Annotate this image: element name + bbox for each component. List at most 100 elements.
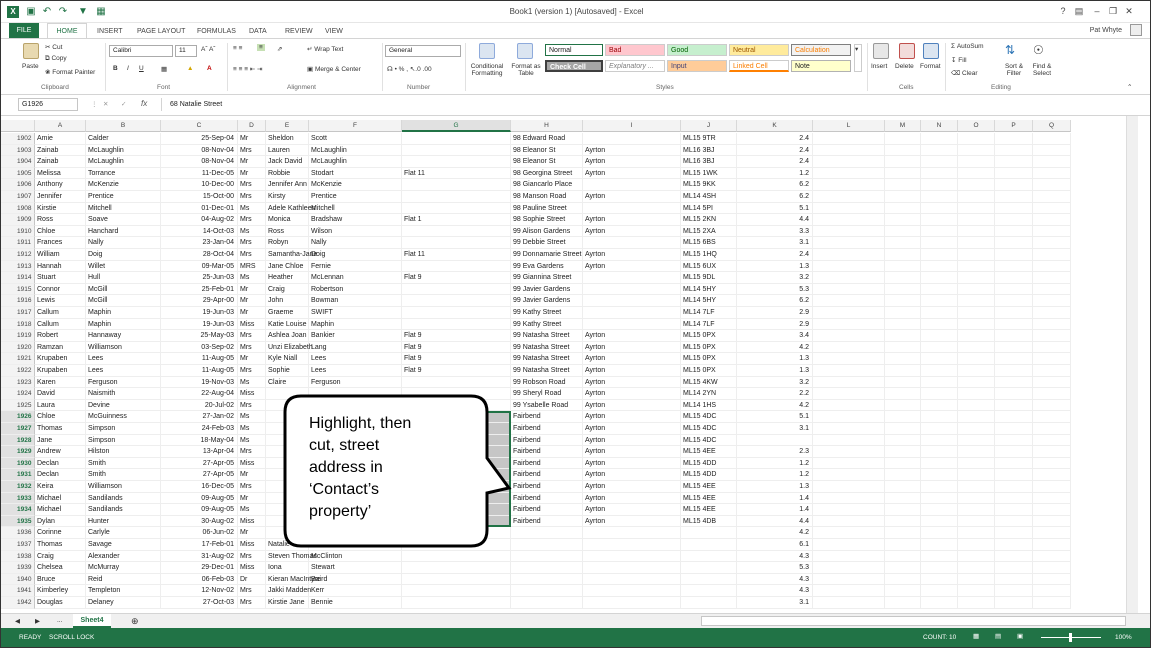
cell-g[interactable]: [402, 539, 511, 551]
cell-q[interactable]: [1033, 225, 1071, 238]
minimize-button[interactable]: –: [1091, 5, 1103, 17]
cell-d[interactable]: Mrs: [238, 550, 266, 563]
cell-l[interactable]: [813, 562, 885, 574]
cell-j[interactable]: ML15 0PX: [681, 341, 737, 354]
cell-p[interactable]: [995, 527, 1033, 539]
cell-i[interactable]: [583, 562, 681, 574]
cell-p[interactable]: [995, 585, 1033, 597]
cell-a[interactable]: Chloe: [35, 411, 86, 423]
cell-p[interactable]: [995, 156, 1033, 168]
cell-a[interactable]: Thomas: [35, 539, 86, 551]
cell-f[interactable]: SWIFT: [309, 307, 402, 319]
cell-d[interactable]: Ms: [238, 411, 266, 423]
horizontal-scrollbar[interactable]: [701, 616, 1126, 626]
tab-data[interactable]: DATA: [249, 25, 267, 38]
cell-k[interactable]: 4.3: [737, 550, 813, 563]
cell-p[interactable]: [995, 191, 1033, 203]
cell-l[interactable]: [813, 167, 885, 180]
cell-q[interactable]: [1033, 539, 1071, 551]
cell-m[interactable]: [885, 272, 921, 284]
cell-m[interactable]: [885, 434, 921, 447]
cell-b[interactable]: Savage: [86, 539, 161, 551]
cell-p[interactable]: [995, 295, 1033, 307]
cell-b[interactable]: Templeton: [86, 585, 161, 597]
cell-a[interactable]: Frances: [35, 237, 86, 249]
cell-q[interactable]: [1033, 260, 1071, 273]
fill-button[interactable]: ↧ Fill: [951, 56, 967, 64]
format-as-table-icon[interactable]: [517, 43, 533, 59]
cell-l[interactable]: [813, 214, 885, 226]
cell-o[interactable]: [958, 481, 995, 493]
cell-d[interactable]: Ms: [238, 202, 266, 215]
cell-p[interactable]: [995, 365, 1033, 377]
column-header[interactable]: G: [402, 120, 511, 132]
row-number[interactable]: 1929: [1, 446, 35, 458]
cell-m[interactable]: [885, 597, 921, 609]
font-color-icon[interactable]: A: [207, 65, 212, 72]
cell-m[interactable]: [885, 341, 921, 354]
cell-p[interactable]: [995, 515, 1033, 528]
cell-q[interactable]: [1033, 156, 1071, 168]
cell-o[interactable]: [958, 411, 995, 423]
cell-q[interactable]: [1033, 272, 1071, 284]
cell-k[interactable]: 4.3: [737, 585, 813, 597]
row-number[interactable]: 1930: [1, 457, 35, 470]
cell-n[interactable]: [921, 515, 958, 528]
column-header[interactable]: N: [921, 120, 958, 132]
cell-c[interactable]: 12-Nov-02: [161, 585, 238, 597]
cell-k[interactable]: 4.3: [737, 573, 813, 586]
cell-k[interactable]: 1.2: [737, 167, 813, 180]
cell-c[interactable]: 11-Aug-05: [161, 353, 238, 365]
cell-g[interactable]: [402, 597, 511, 609]
sheet-tab[interactable]: Sheet4: [73, 614, 111, 628]
cell-a[interactable]: Amie: [35, 133, 86, 145]
cell-a[interactable]: Laura: [35, 399, 86, 412]
cell-e[interactable]: Adele Kathleen: [266, 202, 315, 215]
cell-e[interactable]: [266, 446, 309, 458]
cell-i[interactable]: Ayrton: [583, 446, 681, 458]
column-header[interactable]: C: [161, 120, 238, 132]
cell-n[interactable]: [921, 318, 958, 331]
cell-g[interactable]: [402, 144, 511, 157]
cell-l[interactable]: [813, 249, 885, 261]
cell-l[interactable]: [813, 133, 885, 145]
cell-f[interactable]: Doig: [309, 249, 402, 261]
cell-l[interactable]: [813, 365, 885, 377]
cell-h[interactable]: Fairbend: [511, 446, 583, 458]
cell-l[interactable]: [813, 272, 885, 284]
cell-o[interactable]: [958, 492, 995, 505]
cell-g[interactable]: [402, 573, 511, 586]
cell-b[interactable]: Devine: [86, 399, 161, 412]
cell-m[interactable]: [885, 527, 921, 539]
cell-o[interactable]: [958, 376, 995, 389]
cell-h[interactable]: [511, 573, 583, 586]
cell-f[interactable]: Ferguson: [309, 376, 402, 389]
name-box[interactable]: G1926: [18, 98, 78, 111]
cell-o[interactable]: [958, 272, 995, 284]
cell-f[interactable]: [309, 527, 402, 539]
row-number[interactable]: 1908: [1, 202, 35, 215]
column-header[interactable]: P: [995, 120, 1033, 132]
cell-q[interactable]: [1033, 457, 1071, 470]
cell-c[interactable]: 14-Oct-03: [161, 225, 238, 238]
format-cells-icon[interactable]: [923, 43, 939, 59]
cell-b[interactable]: Simpson: [86, 434, 161, 447]
row-number[interactable]: 1912: [1, 249, 35, 261]
cell-l[interactable]: [813, 191, 885, 203]
cell-b[interactable]: Simpson: [86, 423, 161, 435]
cell-o[interactable]: [958, 539, 995, 551]
style-normal[interactable]: Normal: [545, 44, 603, 56]
column-header[interactable]: J: [681, 120, 737, 132]
cell-i[interactable]: Ayrton: [583, 167, 681, 180]
cell-i[interactable]: [583, 527, 681, 539]
cell-o[interactable]: [958, 283, 995, 296]
row-number[interactable]: 1917: [1, 307, 35, 319]
cell-a[interactable]: Craig: [35, 550, 86, 563]
cell-e[interactable]: Katie Louise: [266, 318, 309, 331]
cell-l[interactable]: [813, 260, 885, 273]
cell-b[interactable]: Doig: [86, 249, 161, 261]
cell-q[interactable]: [1033, 295, 1071, 307]
paste-icon[interactable]: [23, 43, 39, 59]
row-number[interactable]: 1942: [1, 597, 35, 609]
number-format-select[interactable]: General: [385, 45, 461, 57]
